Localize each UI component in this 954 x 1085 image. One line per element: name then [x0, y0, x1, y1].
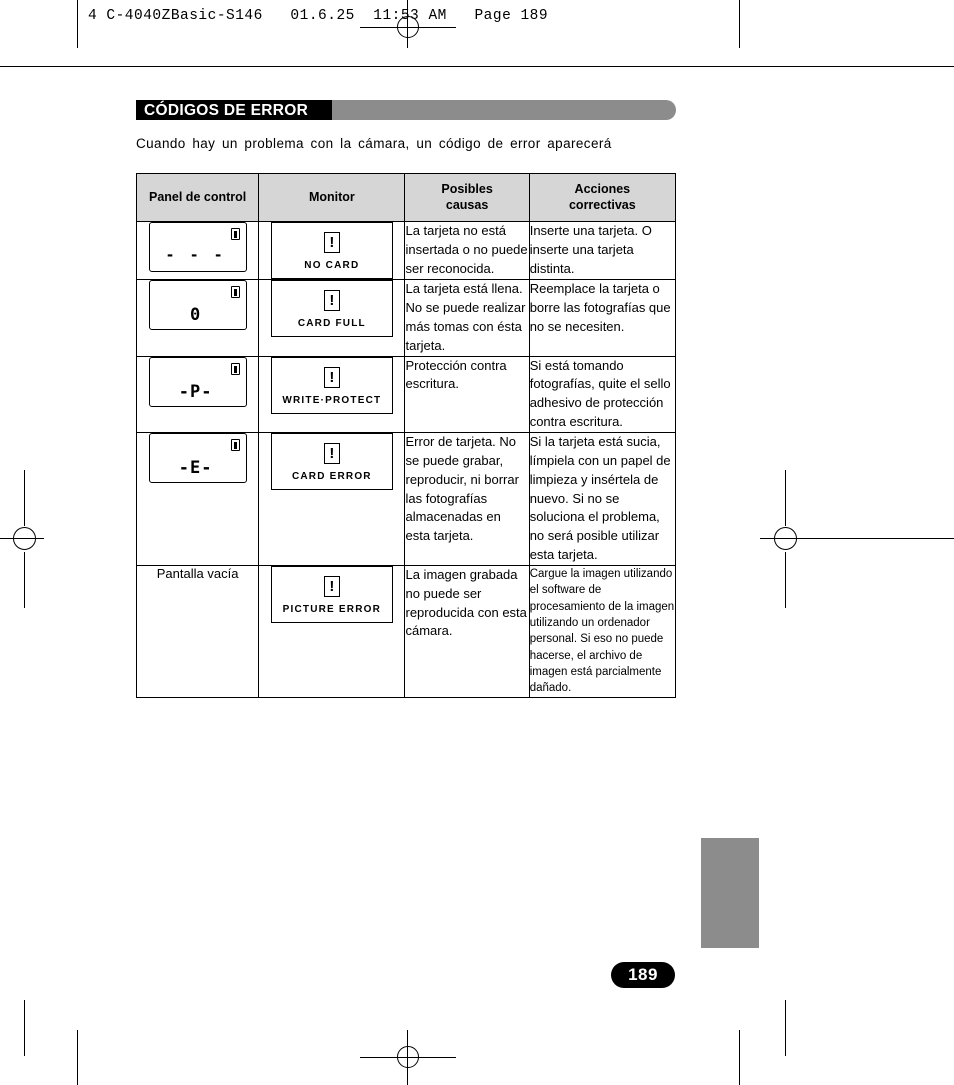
cause-cell: La tarjeta no está insertada o no puede …: [404, 221, 530, 281]
column-header-causes: Posibles causas: [404, 172, 530, 223]
monitor-message-label: CARD FULL: [297, 318, 366, 330]
crop-mark-top-right-vertical: [739, 0, 740, 48]
action-cell: Si está tomando fotografías, quite el se…: [528, 355, 677, 434]
printer-slug: 4 C-4040ZBasic-S146 01.6.25 11:53 AM Pag…: [88, 8, 549, 24]
registration-mark-left-cross-h: [14, 538, 35, 539]
monitor-graphic: ! NO CARD: [270, 222, 393, 280]
monitor-message-label: PICTURE ERROR: [282, 603, 382, 615]
battery-icon: [230, 362, 240, 375]
column-header-panel: Panel de control: [135, 172, 260, 223]
monitor-message-label: CARD ERROR: [291, 471, 372, 482]
lcd-panel-graphic: 0: [148, 280, 247, 331]
table-row: Pantalla vacía ! PICTURE ERROR La imagen…: [135, 564, 677, 698]
control-panel-cell: Pantalla vacía: [135, 564, 260, 698]
crop-mark-left-vertical-rule: [24, 470, 25, 526]
lcd-panel-graphic: -P-: [148, 356, 247, 407]
control-panel-cell: - - -: [135, 221, 260, 281]
page-content: CÓDIGOS DE ERROR Cuando hay un problema …: [135, 100, 677, 698]
table-row: -E- ! CARD ERROR Error de tarjeta. No se…: [135, 432, 677, 566]
table-row: -P- ! WRITE·PROTECT Protección contra es…: [135, 355, 677, 434]
action-cell: Reemplace la tarjeta o borre las fotogra…: [528, 279, 677, 357]
lcd-panel-graphic: - - -: [148, 222, 247, 273]
action-cell: Inserte una tarjeta. O inserte una tarje…: [528, 221, 677, 281]
section-title-bar: CÓDIGOS DE ERROR: [136, 100, 676, 122]
page-number-badge: 189: [611, 962, 675, 988]
warning-exclamation-icon: !: [323, 575, 340, 597]
cause-cell: Error de tarjeta. No se puede grabar, re…: [404, 432, 530, 566]
warning-exclamation-icon: !: [323, 232, 340, 254]
table-row: - - - ! NO CARD La tarjeta no está inser…: [135, 221, 677, 281]
column-header-actions: Acciones correctivas: [528, 172, 677, 223]
lcd-segment-value: 0: [189, 305, 202, 326]
control-panel-cell: -E-: [135, 432, 260, 566]
table-header-row: Panel de control Monitor Posibles causas …: [135, 172, 677, 223]
registration-mark-right-cross-h: [775, 538, 796, 539]
monitor-message-label: WRITE·PROTECT: [282, 394, 382, 406]
battery-icon: [230, 286, 240, 299]
rule-top: [0, 66, 954, 67]
control-panel-cell: -P-: [135, 355, 260, 434]
error-codes-table: Panel de control Monitor Posibles causas …: [135, 172, 677, 698]
battery-icon: [230, 228, 240, 241]
registration-mark-bottom-cross-h: [360, 1057, 456, 1058]
crop-mark-right-vertical-bottom: [785, 1000, 786, 1056]
registration-mark-bottom-cross-v: [407, 1030, 408, 1085]
registration-mark-top-cross-h: [360, 27, 456, 28]
intro-paragraph: Cuando hay un problema con la cámara, un…: [136, 136, 612, 151]
monitor-cell: ! CARD ERROR: [258, 432, 406, 566]
monitor-graphic: ! CARD FULL: [270, 280, 393, 338]
battery-icon: [230, 439, 240, 451]
control-panel-cell: 0: [135, 279, 260, 357]
cause-cell: La tarjeta está llena. No se puede reali…: [404, 279, 530, 357]
lcd-segment-value: -P-: [178, 381, 213, 402]
cause-cell: Protección contra escritura.: [404, 355, 530, 434]
crop-mark-right-vertical-rule-lower: [785, 552, 786, 608]
monitor-message-label: NO CARD: [304, 260, 360, 272]
monitor-cell: ! PICTURE ERROR: [258, 564, 406, 698]
crop-mark-left-vertical-bottom: [24, 1000, 25, 1056]
monitor-graphic: ! PICTURE ERROR: [270, 565, 393, 623]
action-cell: Si la tarjeta está sucia, límpiela con u…: [528, 432, 677, 566]
warning-exclamation-icon: !: [323, 290, 340, 312]
page-title: CÓDIGOS DE ERROR: [144, 102, 309, 119]
lcd-segment-value: -E-: [178, 458, 213, 478]
column-header-monitor: Monitor: [258, 172, 406, 223]
lcd-panel-graphic: -E-: [148, 433, 247, 483]
crop-mark-right-vertical-rule: [785, 470, 786, 526]
monitor-cell: ! CARD FULL: [258, 279, 406, 357]
monitor-graphic: ! CARD ERROR: [270, 433, 393, 490]
crop-mark-left-vertical-rule-lower: [24, 552, 25, 608]
crop-mark-bottom-right-vertical: [739, 1030, 740, 1085]
monitor-graphic: ! WRITE·PROTECT: [270, 356, 393, 414]
warning-exclamation-icon: !: [323, 443, 340, 464]
crop-mark-bottom-left-vertical: [77, 1030, 78, 1085]
monitor-cell: ! NO CARD: [258, 221, 406, 281]
warning-exclamation-icon: !: [323, 366, 340, 388]
table-row: 0 ! CARD FULL La tarjeta está llena. No …: [135, 279, 677, 357]
lcd-segment-value: - - -: [165, 246, 226, 265]
chapter-thumb-tab: [701, 838, 759, 948]
crop-mark-top-left-vertical: [77, 0, 78, 48]
action-cell: Cargue la imagen utilizando el software …: [528, 564, 677, 698]
monitor-cell: ! WRITE·PROTECT: [258, 355, 406, 434]
cause-cell: La imagen grabada no puede ser reproduci…: [404, 564, 530, 698]
